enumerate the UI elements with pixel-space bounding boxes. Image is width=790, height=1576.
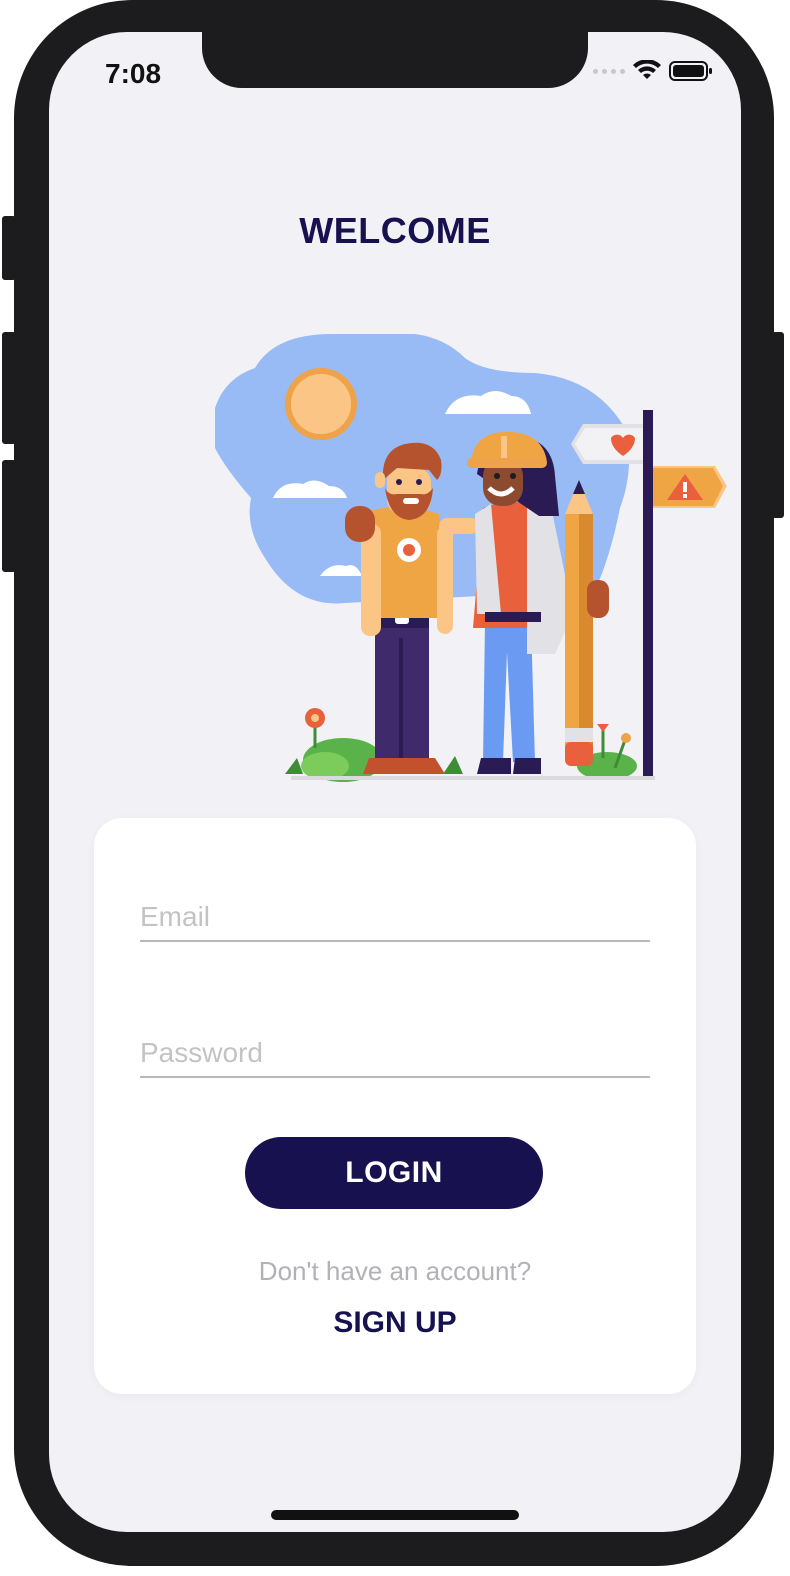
login-card: LOGIN Don't have an account? SIGN UP <box>94 818 696 1394</box>
volume-down-button <box>2 460 16 572</box>
signal-dots-icon <box>593 68 625 74</box>
wifi-icon <box>633 60 661 79</box>
login-button[interactable]: LOGIN <box>245 1137 543 1209</box>
screen: 7:08 WELCOME Email LOGIN Don't have an a… <box>49 32 741 1532</box>
power-button <box>772 332 784 518</box>
welcome-illustration <box>215 333 727 782</box>
home-indicator[interactable] <box>271 1510 519 1520</box>
notch <box>202 32 588 88</box>
no-account-text: Don't have an account? <box>258 1256 532 1286</box>
signup-link[interactable]: SIGN UP <box>94 1306 696 1340</box>
email-input[interactable] <box>140 894 650 942</box>
page-title: WELCOME <box>299 210 491 251</box>
battery-icon <box>669 61 712 81</box>
volume-up-button <box>2 332 16 444</box>
status-time: 7:08 <box>105 58 162 89</box>
password-input[interactable] <box>140 1030 650 1078</box>
status-icons <box>593 60 713 82</box>
mute-switch <box>2 216 16 280</box>
